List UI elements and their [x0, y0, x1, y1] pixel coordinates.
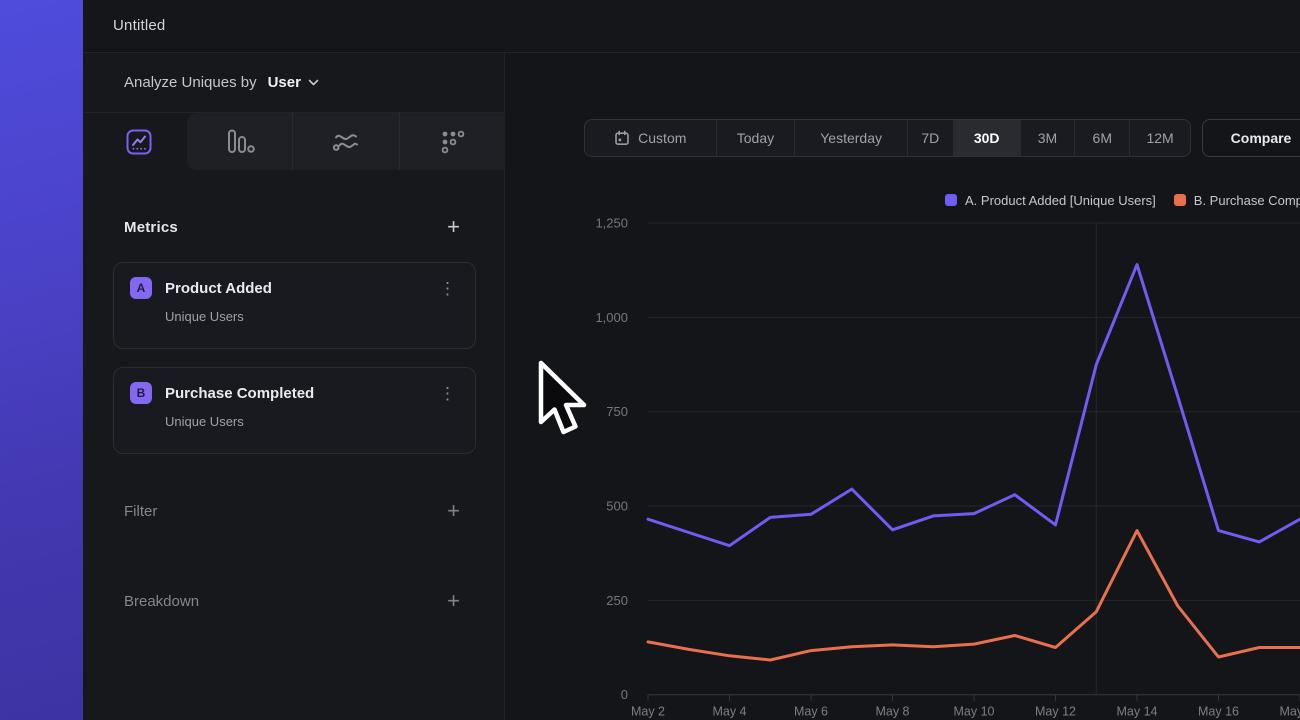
- legend-item-a[interactable]: A. Product Added [Unique Users]: [945, 193, 1156, 208]
- range-group: Custom Today Yesterday 7D 30D 3M 6M 12M: [584, 119, 1191, 157]
- range-button-6m[interactable]: 6M: [1074, 120, 1129, 156]
- range-button-label: 7D: [921, 130, 939, 146]
- range-button-label: 12M: [1146, 130, 1173, 146]
- range-button-3m[interactable]: 3M: [1020, 120, 1075, 156]
- flow-chart-icon: [331, 129, 361, 155]
- range-button-today[interactable]: Today: [716, 120, 795, 156]
- legend-swatch: [1174, 194, 1186, 206]
- svg-text:May 18: May 18: [1280, 705, 1300, 719]
- metric-card-b-row: B Purchase Completed ⋮: [114, 368, 475, 404]
- analyze-row: Analyze Uniques by User: [83, 53, 504, 113]
- line-series-b[interactable]: [648, 531, 1300, 660]
- analyze-label: Analyze Uniques by: [124, 74, 257, 91]
- svg-text:250: 250: [606, 593, 628, 608]
- gridlines: [648, 223, 1300, 600]
- range-button-label: Custom: [638, 130, 686, 146]
- svg-text:May 2: May 2: [631, 705, 665, 719]
- svg-text:May 14: May 14: [1117, 705, 1158, 719]
- metric-b-badge: B: [130, 382, 152, 404]
- range-button-30d[interactable]: 30D: [953, 120, 1020, 156]
- chart-type-tab-group: [187, 113, 505, 170]
- metric-a-menu-icon[interactable]: ⋮: [436, 280, 459, 297]
- bar-chart-icon: [225, 128, 255, 155]
- grid-dots-icon: [439, 128, 466, 155]
- top-bar: Untitled: [83, 0, 1300, 53]
- range-button-7d[interactable]: 7D: [907, 120, 953, 156]
- breakdown-section: Breakdown +: [83, 583, 504, 619]
- metric-a-title: Product Added: [165, 280, 272, 297]
- main-panel: Custom Today Yesterday 7D 30D 3M 6M 12M Compare…: [505, 53, 1300, 720]
- range-button-label: 6M: [1093, 130, 1112, 146]
- add-filter-button[interactable]: +: [447, 501, 460, 521]
- x-axis: May 2 May 4 May 6 May 8 May 10 May 12 May 14 Ma…: [631, 695, 1300, 719]
- legend-swatch: [945, 194, 957, 206]
- background-gradient-strip: [0, 0, 83, 720]
- range-button-label: Yesterday: [820, 130, 882, 146]
- svg-text:1,250: 1,250: [595, 216, 628, 231]
- line-chart-icon: [124, 127, 154, 157]
- range-button-label: Today: [737, 130, 774, 146]
- range-button-label: 30D: [974, 130, 1000, 146]
- legend-label: B. Purchase Completed [Unique Users]: [1194, 193, 1300, 208]
- line-series-a[interactable]: [648, 265, 1300, 546]
- svg-text:May 10: May 10: [954, 705, 995, 719]
- range-button-custom[interactable]: Custom: [585, 120, 716, 156]
- legend-label: A. Product Added [Unique Users]: [965, 193, 1156, 208]
- filter-label: Filter: [124, 503, 157, 520]
- chart-area[interactable]: 0 250 500 750 1,000 1,250 May 2 May 4 May 6 May 8…: [505, 210, 1300, 720]
- add-breakdown-button[interactable]: +: [447, 591, 460, 611]
- tab-line-chart[interactable]: [90, 113, 187, 170]
- metric-b-menu-icon[interactable]: ⋮: [436, 385, 459, 402]
- svg-text:500: 500: [606, 499, 628, 514]
- metric-b-subtitle[interactable]: Unique Users: [165, 414, 475, 429]
- tab-flow-chart[interactable]: [292, 113, 398, 170]
- analyze-by-value: User: [268, 74, 301, 91]
- filter-section: Filter +: [83, 493, 504, 529]
- svg-text:May 12: May 12: [1035, 705, 1076, 719]
- tab-bar-chart[interactable]: [187, 113, 292, 170]
- metric-card-a-row: A Product Added ⋮: [114, 263, 475, 299]
- legend-item-b[interactable]: B. Purchase Completed [Unique Users]: [1174, 193, 1300, 208]
- svg-text:May 4: May 4: [712, 705, 746, 719]
- app-window: Untitled Analyze Uniques by User: [83, 0, 1300, 720]
- svg-text:May 8: May 8: [875, 705, 909, 719]
- svg-text:May 6: May 6: [794, 705, 828, 719]
- range-button-12m[interactable]: 12M: [1129, 120, 1190, 156]
- analyze-by-select[interactable]: User: [268, 74, 319, 91]
- report-title[interactable]: Untitled: [113, 0, 165, 52]
- chart-legend: A. Product Added [Unique Users] B. Purcha…: [945, 191, 1300, 209]
- range-button-label: 3M: [1038, 130, 1057, 146]
- svg-text:May 16: May 16: [1198, 705, 1239, 719]
- add-metric-button[interactable]: +: [447, 217, 460, 237]
- svg-text:750: 750: [606, 404, 628, 419]
- range-button-yesterday[interactable]: Yesterday: [794, 120, 907, 156]
- metric-b-title: Purchase Completed: [165, 385, 314, 402]
- svg-text:1,000: 1,000: [595, 310, 628, 325]
- metric-a-badge: A: [130, 277, 152, 299]
- trend-chart[interactable]: 0 250 500 750 1,000 1,250 May 2 May 4 May 6 May 8…: [505, 210, 1300, 720]
- chevron-down-icon: [308, 79, 319, 86]
- breakdown-label: Breakdown: [124, 593, 199, 610]
- metrics-header: Metrics +: [83, 205, 504, 249]
- svg-text:0: 0: [621, 687, 628, 702]
- tab-grid-dots[interactable]: [399, 113, 505, 170]
- metrics-title: Metrics: [124, 219, 178, 236]
- chart-type-tabs: [83, 113, 504, 170]
- metric-a-subtitle[interactable]: Unique Users: [165, 309, 475, 324]
- calendar-icon: [614, 130, 630, 146]
- metric-card-b[interactable]: B Purchase Completed ⋮ Unique Users: [113, 367, 476, 454]
- compare-button[interactable]: Compare: [1202, 119, 1300, 157]
- sidebar: Analyze Uniques by User: [83, 53, 505, 720]
- metric-card-a[interactable]: A Product Added ⋮ Unique Users: [113, 262, 476, 349]
- y-axis-labels: 0 250 500 750 1,000 1,250: [595, 216, 628, 703]
